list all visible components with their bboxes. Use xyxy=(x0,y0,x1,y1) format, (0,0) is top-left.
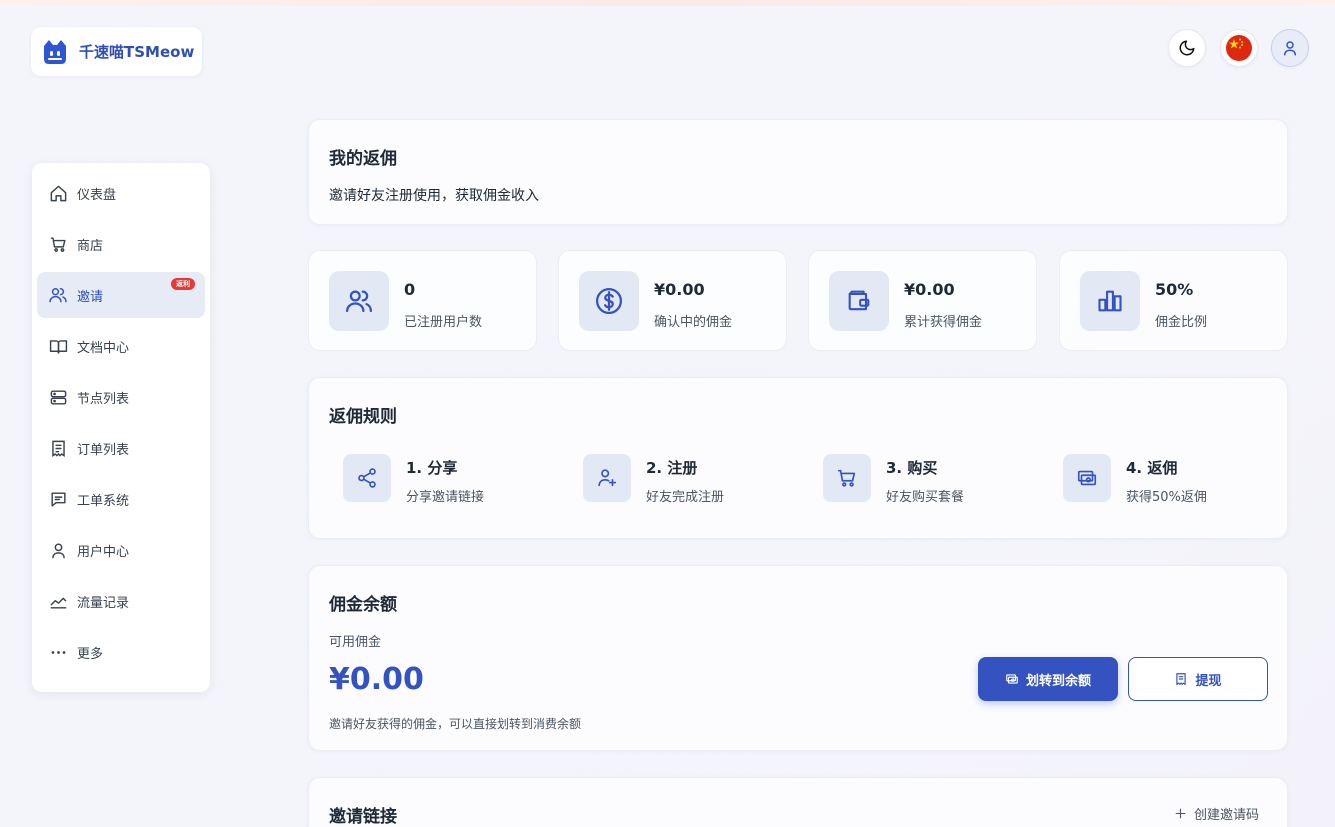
balance-title: 佣金余额 xyxy=(329,595,397,615)
sidebar-item-label: 邀请 xyxy=(77,289,104,305)
transfer-to-balance-button[interactable]: 划转到余额 xyxy=(978,657,1118,701)
sidebar-item-label: 流量记录 xyxy=(77,595,130,611)
stat-label: 累计获得佣金 xyxy=(904,315,983,330)
sidebar-item-label: 仪表盘 xyxy=(77,187,117,203)
balance-amount: ¥0.00 xyxy=(329,662,424,697)
transfer-button-label: 划转到余额 xyxy=(1025,673,1091,689)
share-icon xyxy=(343,454,391,502)
rule-desc: 分享邀请链接 xyxy=(406,490,485,505)
receipt-icon xyxy=(1174,672,1188,686)
language-button[interactable] xyxy=(1220,29,1258,67)
available-label: 可用佣金 xyxy=(329,635,382,650)
rule-step-rebate: 4. 返佣 获得50%返佣 xyxy=(1063,454,1283,505)
stat-value: ¥0.00 xyxy=(654,280,705,299)
create-invite-code-label: 创建邀请码 xyxy=(1193,808,1259,823)
cat-logo-icon xyxy=(44,39,66,64)
stat-value: 50% xyxy=(1155,280,1194,299)
sidebar-item-store[interactable]: 商店 xyxy=(37,221,205,267)
sidebar: 仪表盘 商店 邀请 返利 文档中心 节点列表 订单列表 工单系统 用户中心 流量… xyxy=(32,163,210,692)
server-icon xyxy=(48,387,68,407)
intro-card: 我的返佣 邀请好友注册使用，获取佣金收入 xyxy=(308,119,1288,225)
china-flag-icon xyxy=(1226,35,1252,61)
sidebar-item-tickets[interactable]: 工单系统 xyxy=(37,476,205,522)
user-plus-icon xyxy=(583,454,631,502)
sidebar-item-orders[interactable]: 订单列表 xyxy=(37,425,205,471)
user-icon xyxy=(48,540,68,560)
balance-note: 邀请好友获得的佣金，可以直接划转到消费余额 xyxy=(329,717,582,731)
rule-desc: 好友购买套餐 xyxy=(886,490,965,505)
rule-desc: 好友完成注册 xyxy=(646,490,725,505)
chart-line-icon xyxy=(48,591,68,611)
sidebar-item-label: 更多 xyxy=(77,646,104,662)
message-icon xyxy=(48,489,68,509)
user-icon xyxy=(1284,41,1296,56)
rules-title: 返佣规则 xyxy=(329,407,397,427)
stat-value: 0 xyxy=(404,280,416,299)
sidebar-item-user-center[interactable]: 用户中心 xyxy=(37,527,205,573)
stat-card-total-commission: ¥0.00 累计获得佣金 xyxy=(808,250,1037,351)
rule-desc: 获得50%返佣 xyxy=(1126,490,1207,505)
rule-step-register: 2. 注册 好友完成注册 xyxy=(583,454,803,505)
page-description: 邀请好友注册使用，获取佣金收入 xyxy=(329,188,539,204)
stat-value: ¥0.00 xyxy=(904,280,955,299)
dollar-icon xyxy=(579,271,639,331)
sidebar-item-traffic[interactable]: 流量记录 xyxy=(37,578,205,624)
stat-card-registered-users: 0 已注册用户数 xyxy=(308,250,537,351)
sidebar-item-label: 工单系统 xyxy=(77,493,130,509)
more-icon xyxy=(48,642,68,662)
brand-name: 千速喵TSMeow xyxy=(79,43,195,61)
receipt-icon xyxy=(48,438,68,458)
rule-title: 3. 购买 xyxy=(886,459,938,477)
stat-label: 佣金比例 xyxy=(1155,315,1208,330)
withdraw-button-label: 提现 xyxy=(1195,673,1222,689)
moon-icon xyxy=(1179,40,1195,56)
stat-label: 已注册用户数 xyxy=(404,315,483,330)
sidebar-item-nodes[interactable]: 节点列表 xyxy=(37,374,205,420)
rule-step-share: 1. 分享 分享邀请链接 xyxy=(343,454,563,505)
money-icon xyxy=(1063,454,1111,502)
bar-chart-icon xyxy=(1080,271,1140,331)
rule-step-purchase: 3. 购买 好友购买套餐 xyxy=(823,454,1043,505)
top-accent-line xyxy=(0,0,1335,6)
sidebar-item-dashboard[interactable]: 仪表盘 xyxy=(37,170,205,216)
rule-title: 1. 分享 xyxy=(406,459,458,477)
stat-card-pending-commission: ¥0.00 确认中的佣金 xyxy=(558,250,787,351)
sidebar-item-label: 商店 xyxy=(77,238,104,254)
sidebar-item-invite[interactable]: 邀请 返利 xyxy=(37,272,205,318)
wallet-icon xyxy=(829,271,889,331)
transfer-icon xyxy=(1005,672,1019,686)
stat-card-commission-rate: 50% 佣金比例 xyxy=(1059,250,1288,351)
invite-links-title: 邀请链接 xyxy=(329,807,397,827)
rebate-badge: 返利 xyxy=(171,278,195,290)
home-icon xyxy=(48,183,68,203)
book-icon xyxy=(48,336,68,356)
invite-links-card: 邀请链接 创建邀请码 xyxy=(308,777,1288,827)
rule-title: 4. 返佣 xyxy=(1126,459,1178,477)
plus-icon xyxy=(1174,807,1187,820)
page-title: 我的返佣 xyxy=(329,149,397,169)
rule-title: 2. 注册 xyxy=(646,459,698,477)
sidebar-item-label: 文档中心 xyxy=(77,340,130,356)
withdraw-button[interactable]: 提现 xyxy=(1128,657,1268,701)
users-icon xyxy=(329,271,389,331)
user-menu-button[interactable] xyxy=(1271,29,1309,67)
stat-label: 确认中的佣金 xyxy=(654,315,733,330)
sidebar-item-label: 用户中心 xyxy=(77,544,130,560)
users-icon xyxy=(48,285,68,305)
create-invite-code-button[interactable]: 创建邀请码 xyxy=(1174,804,1259,823)
sidebar-item-label: 订单列表 xyxy=(77,442,130,458)
sidebar-item-docs[interactable]: 文档中心 xyxy=(37,323,205,369)
cart-icon xyxy=(48,234,68,254)
sidebar-item-label: 节点列表 xyxy=(77,391,130,407)
theme-toggle-button[interactable] xyxy=(1168,29,1206,67)
sidebar-item-more[interactable]: 更多 xyxy=(37,629,205,675)
brand-logo-link[interactable]: 千速喵TSMeow xyxy=(31,27,202,76)
cart-icon xyxy=(823,454,871,502)
